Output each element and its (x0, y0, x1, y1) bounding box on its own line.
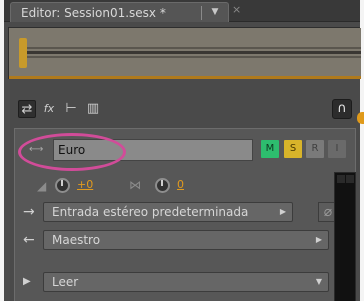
volume-value[interactable]: +0 (77, 178, 93, 191)
level-meter (334, 172, 356, 301)
zoom-navigator-bar[interactable] (9, 76, 361, 79)
output-select[interactable]: Maestro ▶ (43, 230, 329, 250)
tab-divider (201, 6, 202, 20)
chevron-down-icon[interactable]: ▼ (209, 5, 221, 19)
monitor-input-button[interactable]: I (328, 140, 346, 158)
waveform-line (27, 51, 361, 54)
volume-knob[interactable] (55, 178, 70, 193)
chevron-right-icon: ▶ (315, 235, 323, 244)
automation-mode-select[interactable]: Leer ▼ (43, 272, 329, 292)
input-select[interactable]: Entrada estéreo predeterminada ▶ (43, 202, 293, 222)
sends-icon[interactable]: ⊢ (62, 100, 80, 118)
multitrack-editor: Editor: Session01.sesx * ▼ × ⇄ fx ⊢ ▥ ∩ … (4, 0, 364, 301)
effects-icon[interactable]: fx (40, 100, 58, 118)
editor-tab-bar: Editor: Session01.sesx * ▼ × (4, 0, 360, 22)
editor-tab[interactable]: Editor: Session01.sesx * ▼ (10, 2, 229, 22)
record-arm-button[interactable]: R (306, 140, 324, 158)
waveform-line (27, 47, 361, 49)
pan-icon: ⋈ (129, 178, 141, 192)
magnet-icon[interactable]: ∩ (332, 99, 352, 119)
playhead-marker[interactable] (19, 38, 27, 68)
inputs-outputs-icon[interactable]: ⇄ (18, 100, 36, 118)
chevron-right-icon: ▶ (279, 207, 287, 216)
panel-edge-marker (357, 112, 364, 124)
pan-value[interactable]: 0 (177, 178, 184, 191)
pan-knob[interactable] (155, 178, 170, 193)
solo-button[interactable]: S (284, 140, 302, 158)
input-select-label: Entrada estéreo predeterminada (52, 205, 249, 219)
editor-tab-title: Editor: Session01.sesx * (21, 6, 166, 20)
meter-channel-left (337, 175, 345, 183)
waveform-line (27, 56, 361, 58)
mute-button[interactable]: M (261, 140, 279, 158)
close-icon[interactable]: × (232, 3, 242, 17)
meter-channel-right (346, 175, 354, 183)
chevron-down-icon: ▼ (315, 277, 323, 286)
output-arrow-icon: ← (23, 232, 35, 248)
highlight-annotation (18, 133, 126, 171)
expand-triangle-icon[interactable]: ▶ (23, 276, 31, 287)
output-select-label: Maestro (52, 233, 101, 247)
eq-icon[interactable]: ▥ (84, 100, 102, 118)
volume-pan-row: ◢ +0 ⋈ 0 (37, 177, 277, 195)
automation-mode-label: Leer (52, 275, 79, 289)
input-arrow-icon: → (23, 204, 35, 220)
volume-icon: ◢ (37, 179, 47, 193)
waveform-overview[interactable] (8, 27, 361, 79)
